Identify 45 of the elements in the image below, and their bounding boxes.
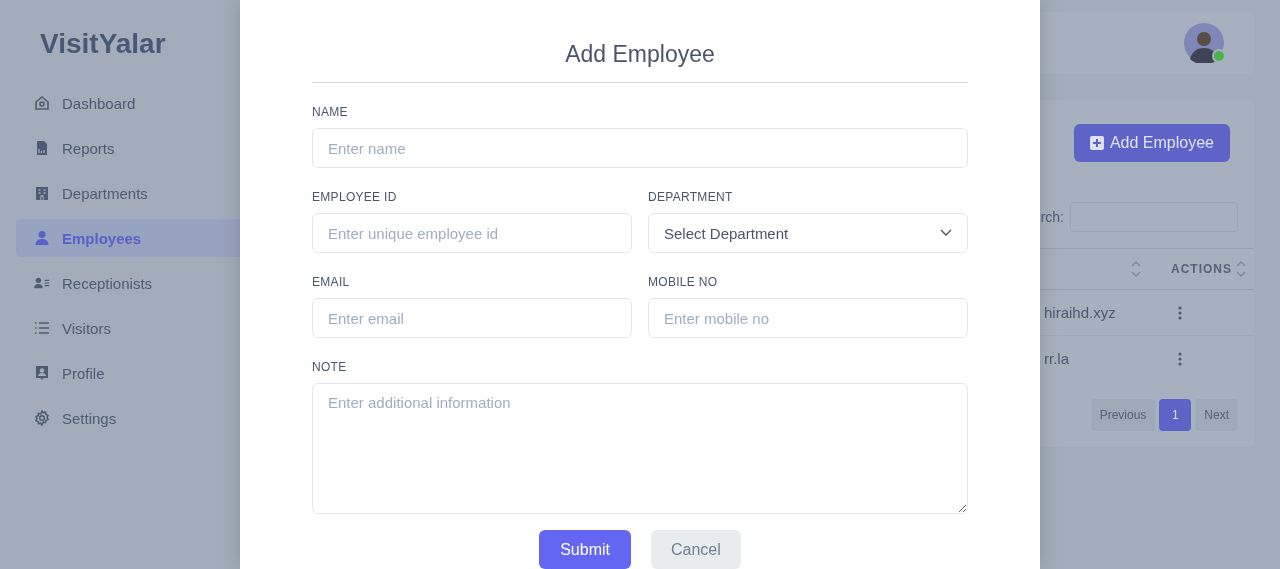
page-button[interactable]: 1 [1159,399,1192,431]
contacts-icon [34,276,50,290]
settings-icon [34,410,50,426]
building-icon [34,185,50,201]
field-label: EMAIL [312,275,351,289]
input-field[interactable]: Enter name [312,128,968,168]
column-header: ACTIONS [1171,262,1232,276]
department-dropdown[interactable]: Select Department [648,213,968,253]
field-label: NAME [312,105,349,119]
next-button[interactable]: Next [1195,399,1238,431]
more-icon[interactable] [1178,305,1182,320]
field-label: MOBILE NO [648,275,719,289]
chevron-down-icon [940,229,952,237]
sidebar-item[interactable]: Reports [16,129,240,167]
input-field[interactable]: Enter mobile no [648,298,968,338]
table-cell-text: rr.la [1044,350,1070,367]
input-field[interactable]: Enter email [312,298,632,338]
input-field[interactable]: Enter unique employee id [312,213,632,253]
field-label: EMPLOYEE ID [312,190,398,204]
previous-button[interactable]: Previous [1090,399,1156,431]
search-label: rch: [1040,209,1064,225]
submit-button[interactable]: Submit [539,530,631,569]
avatar[interactable] [1184,23,1224,63]
cancel-button[interactable]: Cancel [651,530,741,569]
sidebar-item[interactable]: Settings [16,399,240,437]
app-logo: VisitYalar [40,28,166,60]
sidebar-item[interactable]: Departments [16,174,240,212]
add-employee-button[interactable]: Add Employee [1073,124,1230,162]
text-area[interactable]: Enter additional information [312,383,968,514]
home-icon [34,95,50,111]
more-icon[interactable] [1178,351,1182,366]
sidebar-item[interactable]: Visitors [16,309,240,347]
document-icon [34,140,50,156]
list-icon [34,321,50,335]
plus-icon [1089,136,1104,150]
sidebar-item[interactable]: Profile [16,354,240,392]
sidebar-item[interactable]: Employees [16,219,240,257]
person-icon [34,230,50,246]
sidebar-item[interactable]: Receptionists [16,264,240,302]
field-label: DEPARTMENT [648,190,734,204]
field-label: NOTE [312,360,348,374]
sidebar-item[interactable]: Dashboard [16,84,240,122]
table-cell-text: hiraihd.xyz [1044,304,1117,321]
profile-card-icon [34,365,50,381]
modal-title: Add Employee [312,0,968,83]
